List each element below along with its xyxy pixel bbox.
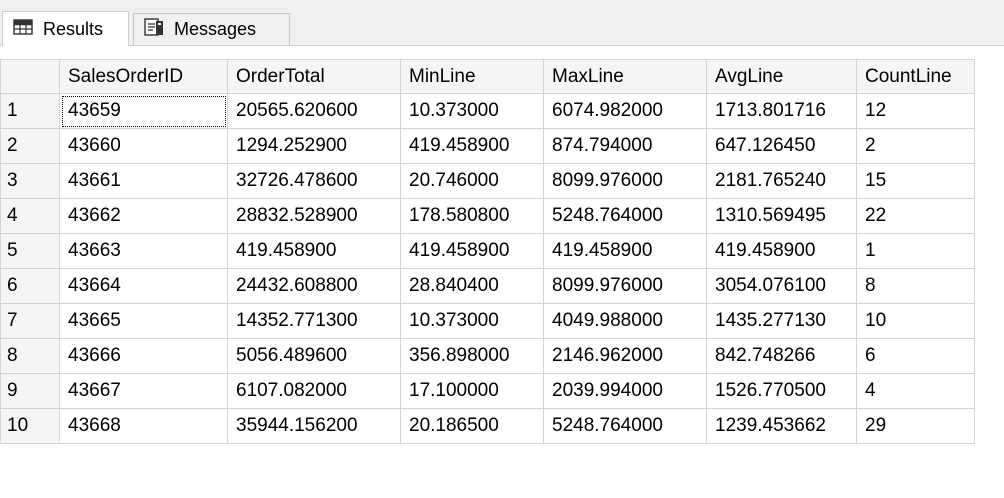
table-cell[interactable]: 8 <box>856 268 975 304</box>
table-cell[interactable]: 43662 <box>59 198 228 234</box>
table-cell[interactable]: 10 <box>856 303 975 339</box>
table-cell[interactable]: 647.126450 <box>706 128 857 164</box>
table-cell[interactable]: 874.794000 <box>543 128 707 164</box>
results-grid: SalesOrderID OrderTotal MinLine MaxLine AvgL… <box>0 59 975 444</box>
table-row[interactable]: 2 43660 1294.252900 419.458900 874.794000 647… <box>0 128 975 164</box>
results-grid-area: SalesOrderID OrderTotal MinLine MaxLine AvgL… <box>0 45 1004 498</box>
header-row: SalesOrderID OrderTotal MinLine MaxLine AvgL… <box>0 59 975 94</box>
table-cell[interactable]: 6074.982000 <box>543 93 707 129</box>
row-number-cell[interactable]: 3 <box>0 163 60 199</box>
table-row[interactable]: 3 43661 32726.478600 20.746000 8099.976000 21… <box>0 163 975 199</box>
table-cell[interactable]: 20.186500 <box>400 408 544 444</box>
row-number-cell[interactable]: 4 <box>0 198 60 234</box>
column-header[interactable]: CountLine <box>856 59 975 94</box>
results-tabstrip: Results Messages <box>0 0 1004 46</box>
table-cell[interactable]: 20.746000 <box>400 163 544 199</box>
table-cell[interactable]: 419.458900 <box>400 233 544 269</box>
column-header[interactable]: MinLine <box>400 59 544 94</box>
grid-icon <box>13 18 33 40</box>
table-cell[interactable]: 43668 <box>59 408 228 444</box>
table-cell[interactable]: 43663 <box>59 233 228 269</box>
table-cell[interactable]: 43660 <box>59 128 228 164</box>
table-cell[interactable]: 842.748266 <box>706 338 857 374</box>
results-pane: Results Messages SalesOrderID OrderTotal… <box>0 0 1004 498</box>
table-cell[interactable]: 17.100000 <box>400 373 544 409</box>
table-cell[interactable]: 15 <box>856 163 975 199</box>
table-cell[interactable]: 12 <box>856 93 975 129</box>
table-cell[interactable]: 2146.962000 <box>543 338 707 374</box>
table-cell[interactable]: 24432.608800 <box>227 268 401 304</box>
table-cell[interactable]: 419.458900 <box>706 233 857 269</box>
table-cell[interactable]: 22 <box>856 198 975 234</box>
table-cell[interactable]: 43661 <box>59 163 228 199</box>
table-row[interactable]: 10 43668 35944.156200 20.186500 5248.764000 1… <box>0 408 975 444</box>
table-cell[interactable]: 1435.277130 <box>706 303 857 339</box>
table-row[interactable]: 1 43659 20565.620600 10.373000 6074.982000 17… <box>0 93 975 129</box>
table-cell[interactable]: 20565.620600 <box>227 93 401 129</box>
table-cell[interactable]: 6107.082000 <box>227 373 401 409</box>
table-cell[interactable]: 8099.976000 <box>543 268 707 304</box>
table-cell[interactable]: 29 <box>856 408 975 444</box>
row-number-cell[interactable]: 9 <box>0 373 60 409</box>
table-cell[interactable]: 43667 <box>59 373 228 409</box>
messages-icon <box>144 17 164 42</box>
table-cell[interactable]: 2039.994000 <box>543 373 707 409</box>
table-cell[interactable]: 419.458900 <box>543 233 707 269</box>
tab-messages[interactable]: Messages <box>133 13 290 45</box>
table-cell[interactable]: 8099.976000 <box>543 163 707 199</box>
table-cell[interactable]: 28.840400 <box>400 268 544 304</box>
table-cell[interactable]: 1 <box>856 233 975 269</box>
table-row[interactable]: 9 43667 6107.082000 17.100000 2039.994000 152… <box>0 373 975 409</box>
table-cell[interactable]: 4049.988000 <box>543 303 707 339</box>
table-row[interactable]: 4 43662 28832.528900 178.580800 5248.764000 1… <box>0 198 975 234</box>
table-cell[interactable]: 178.580800 <box>400 198 544 234</box>
table-cell[interactable]: 2181.765240 <box>706 163 857 199</box>
table-cell[interactable]: 28832.528900 <box>227 198 401 234</box>
table-cell[interactable]: 43666 <box>59 338 228 374</box>
row-number-cell[interactable]: 8 <box>0 338 60 374</box>
row-number-cell[interactable]: 1 <box>0 93 60 129</box>
table-cell[interactable]: 2 <box>856 128 975 164</box>
table-cell[interactable]: 1310.569495 <box>706 198 857 234</box>
table-cell[interactable]: 5248.764000 <box>543 408 707 444</box>
table-cell[interactable]: 4 <box>856 373 975 409</box>
row-number-cell[interactable]: 6 <box>0 268 60 304</box>
table-cell[interactable]: 356.898000 <box>400 338 544 374</box>
table-row[interactable]: 6 43664 24432.608800 28.840400 8099.976000 30… <box>0 268 975 304</box>
row-number-cell[interactable]: 7 <box>0 303 60 339</box>
table-row[interactable]: 7 43665 14352.771300 10.373000 4049.988000 14… <box>0 303 975 339</box>
table-cell[interactable]: 10.373000 <box>400 93 544 129</box>
table-cell[interactable]: 3054.076100 <box>706 268 857 304</box>
row-number-cell[interactable]: 10 <box>0 408 60 444</box>
row-number-cell[interactable]: 2 <box>0 128 60 164</box>
grid-corner-cell[interactable] <box>0 59 60 94</box>
table-cell[interactable]: 5056.489600 <box>227 338 401 374</box>
table-cell[interactable]: 32726.478600 <box>227 163 401 199</box>
table-cell[interactable]: 10.373000 <box>400 303 544 339</box>
table-cell[interactable]: 1713.801716 <box>706 93 857 129</box>
tab-messages-label: Messages <box>174 19 257 39</box>
table-row[interactable]: 8 43666 5056.489600 356.898000 2146.962000 84… <box>0 338 975 374</box>
column-header[interactable]: MaxLine <box>543 59 707 94</box>
table-cell[interactable]: 419.458900 <box>227 233 401 269</box>
row-number-cell[interactable]: 5 <box>0 233 60 269</box>
table-cell[interactable]: 43659 <box>59 93 228 129</box>
table-cell[interactable]: 43664 <box>59 268 228 304</box>
column-header[interactable]: OrderTotal <box>227 59 401 94</box>
table-cell[interactable]: 1239.453662 <box>706 408 857 444</box>
table-cell[interactable]: 6 <box>856 338 975 374</box>
table-row[interactable]: 5 43663 419.458900 419.458900 419.458900 419.… <box>0 233 975 269</box>
table-cell[interactable]: 1294.252900 <box>227 128 401 164</box>
table-cell[interactable]: 5248.764000 <box>543 198 707 234</box>
tab-results-label: Results <box>43 18 104 39</box>
table-cell[interactable]: 35944.156200 <box>227 408 401 444</box>
table-cell[interactable]: 14352.771300 <box>227 303 401 339</box>
column-header[interactable]: SalesOrderID <box>59 59 228 94</box>
tab-results[interactable]: Results <box>2 11 129 46</box>
table-cell[interactable]: 43665 <box>59 303 228 339</box>
table-cell[interactable]: 1526.770500 <box>706 373 857 409</box>
table-cell[interactable]: 419.458900 <box>400 128 544 164</box>
column-header[interactable]: AvgLine <box>706 59 857 94</box>
